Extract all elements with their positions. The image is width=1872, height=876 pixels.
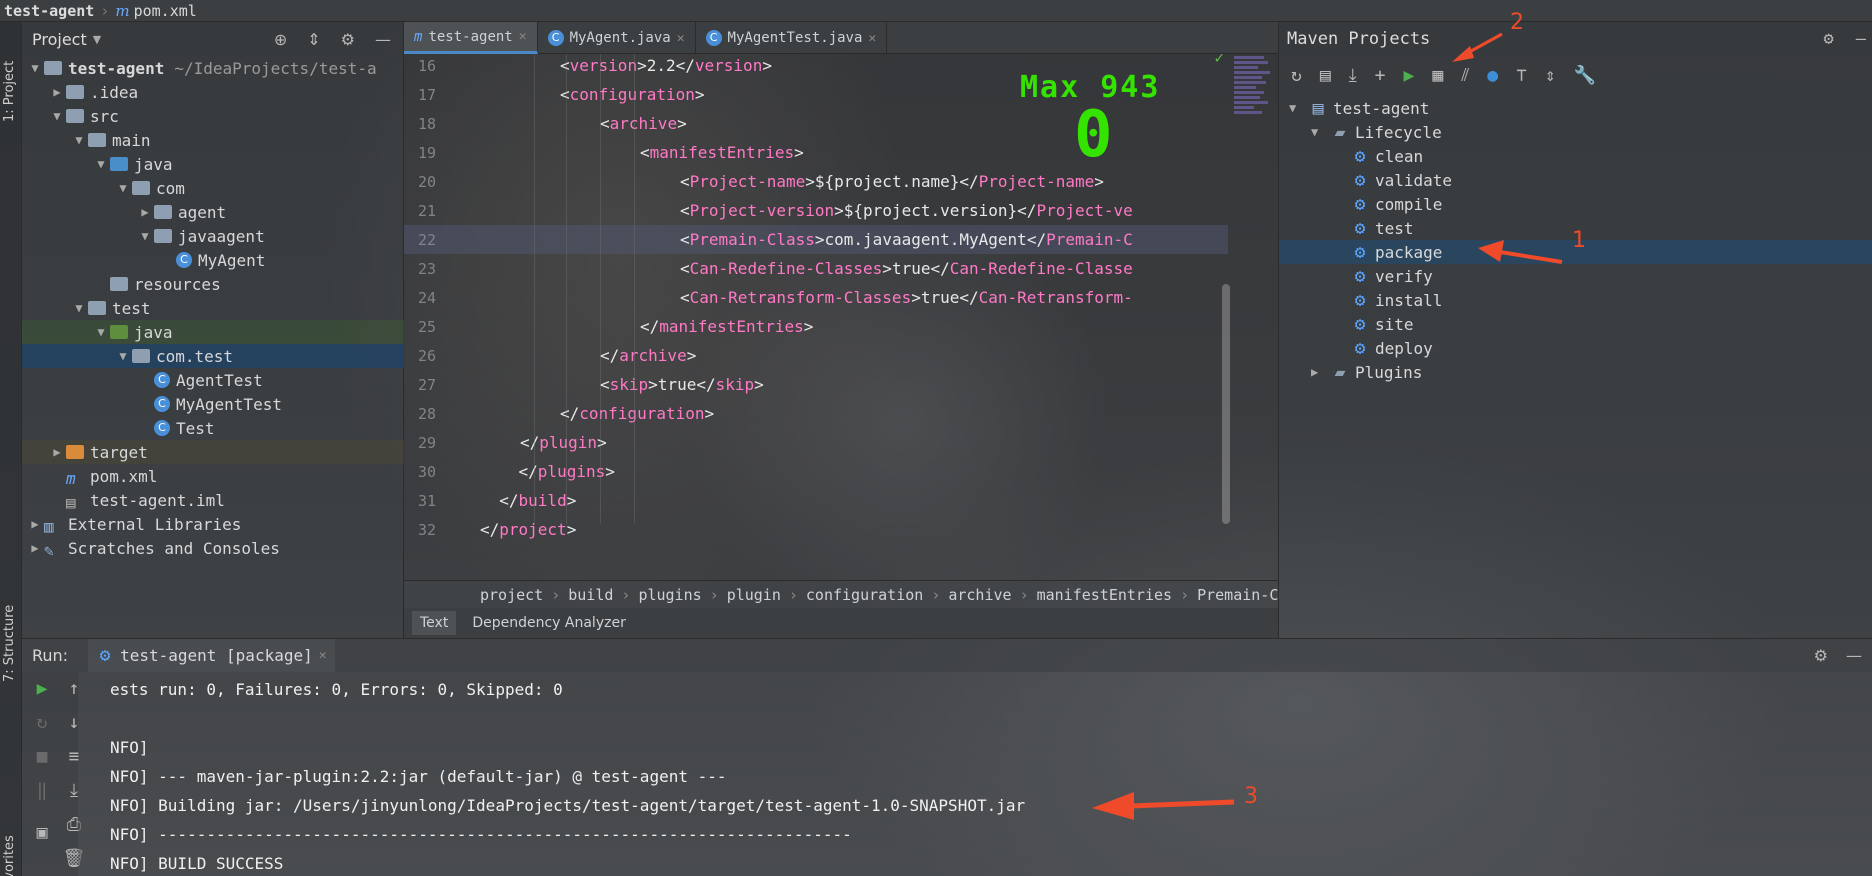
annotation-number: 3 — [1244, 784, 1258, 809]
annotation-number: 1 — [1572, 228, 1586, 253]
annotation-number: 2 — [1510, 10, 1524, 35]
annotation-layer — [1092, 32, 1563, 820]
annotation-arrow-3 — [1092, 792, 1235, 820]
annotation-arrow-2 — [1452, 32, 1503, 62]
annotation-arrow-1 — [1478, 240, 1563, 264]
